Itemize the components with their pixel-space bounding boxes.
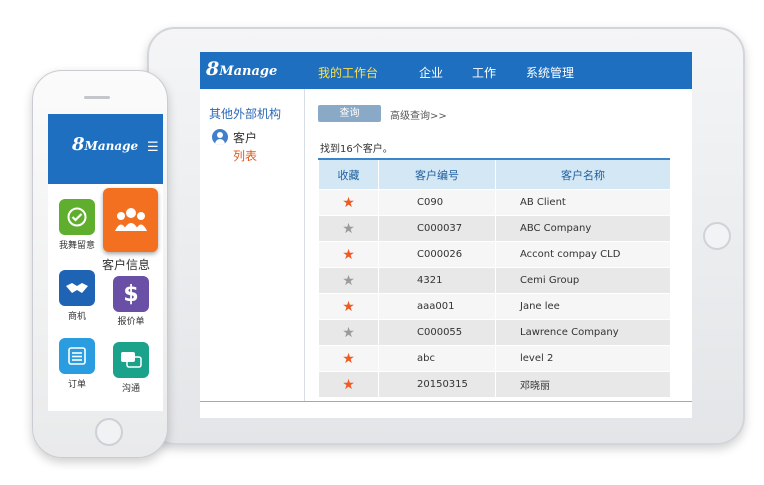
phone-app-logo: 8Manage bbox=[72, 134, 139, 155]
table-row[interactable]: ★ C000055 Lawrence Company bbox=[318, 319, 670, 346]
sidebar-title[interactable]: 其他外部机构 bbox=[209, 105, 281, 122]
customer-id: C000026 bbox=[378, 241, 496, 268]
sidebar: 其他外部机构 客户 列表 bbox=[200, 89, 305, 401]
table-row[interactable]: ★ 20150315 邓晓丽 bbox=[318, 371, 670, 397]
phone-home-button[interactable] bbox=[95, 418, 123, 446]
chat-icon[interactable] bbox=[113, 342, 149, 378]
app-logo: 8Manage bbox=[206, 58, 278, 80]
user-icon bbox=[212, 129, 228, 145]
phone-speaker bbox=[84, 96, 110, 99]
nav-work[interactable]: 工作 bbox=[472, 64, 496, 81]
customer-name: 邓晓丽 bbox=[495, 371, 670, 397]
table-row[interactable]: ★ aaa001 Jane lee bbox=[318, 293, 670, 320]
check-icon[interactable] bbox=[59, 199, 95, 235]
tile-label-quote: 报价单 bbox=[117, 317, 145, 327]
favorite-star-icon[interactable]: ★ bbox=[318, 189, 379, 216]
customer-id: C090 bbox=[378, 189, 496, 216]
customer-name: Jane lee bbox=[495, 293, 670, 320]
header-customer-name[interactable]: 客户名称 bbox=[495, 158, 670, 190]
customer-id: C000037 bbox=[378, 215, 496, 242]
table-row[interactable]: ★ C000026 Accont compay CLD bbox=[318, 241, 670, 268]
table-header-row: 收藏 客户编号 客户名称 bbox=[318, 158, 670, 190]
tablet-screen: 8Manage 我的工作台 企业 工作 系统管理 其他外部机构 客户 列表 查询… bbox=[200, 52, 692, 418]
customer-name: level 2 bbox=[495, 345, 670, 372]
favorite-star-icon[interactable]: ★ bbox=[318, 267, 379, 294]
tile-label-order: 订单 bbox=[67, 380, 86, 390]
sidebar-item-customer[interactable]: 客户 bbox=[233, 129, 257, 146]
customer-name: Accont compay CLD bbox=[495, 241, 670, 268]
nav-my-workbench[interactable]: 我的工作台 bbox=[318, 64, 378, 81]
tile-label-opportunity: 商机 bbox=[67, 312, 86, 322]
top-nav-bar: 8Manage 我的工作台 企业 工作 系统管理 bbox=[200, 52, 692, 89]
customers-icon[interactable] bbox=[103, 188, 158, 252]
customer-name: AB Client bbox=[495, 189, 670, 216]
customer-name: ABC Company bbox=[495, 215, 670, 242]
tile-label-customer-info: 客户信息 bbox=[102, 258, 151, 272]
favorite-star-icon[interactable]: ★ bbox=[318, 371, 379, 397]
dollar-icon[interactable]: $ bbox=[113, 276, 149, 312]
advanced-query-link[interactable]: 高级查询>> bbox=[390, 107, 447, 122]
header-favorite[interactable]: 收藏 bbox=[318, 158, 379, 190]
table-row[interactable]: ★ C000037 ABC Company bbox=[318, 215, 670, 242]
result-count-text: 找到16个客户。 bbox=[320, 144, 393, 155]
nav-system-admin[interactable]: 系统管理 bbox=[526, 64, 574, 81]
customer-name: Cemi Group bbox=[495, 267, 670, 294]
footer-divider bbox=[200, 401, 692, 402]
tile-label-communication: 沟通 bbox=[121, 384, 140, 394]
header-customer-id[interactable]: 客户编号 bbox=[378, 158, 496, 190]
customer-id: aaa001 bbox=[378, 293, 496, 320]
favorite-star-icon[interactable]: ★ bbox=[318, 293, 379, 320]
favorite-star-icon[interactable]: ★ bbox=[318, 319, 379, 346]
customer-table: 收藏 客户编号 客户名称 ★ C090 AB Client ★ C000037 ABC … bbox=[318, 158, 670, 397]
tile-label-follow: 我舞留意 bbox=[58, 241, 95, 251]
handshake-icon[interactable] bbox=[59, 270, 95, 306]
table-row[interactable]: ★ 4321 Cemi Group bbox=[318, 267, 670, 294]
list-icon[interactable] bbox=[59, 338, 95, 374]
main-content: 查询 高级查询>> 找到16个客户。 收藏 客户编号 客户名称 ★ C090 AB … bbox=[304, 89, 692, 401]
customer-id: abc bbox=[378, 345, 496, 372]
query-button[interactable]: 查询 bbox=[318, 105, 381, 122]
customer-id: 4321 bbox=[378, 267, 496, 294]
nav-enterprise[interactable]: 企业 bbox=[419, 64, 443, 81]
sidebar-item-list[interactable]: 列表 bbox=[233, 147, 257, 164]
favorite-star-icon[interactable]: ★ bbox=[318, 215, 379, 242]
customer-id: C000055 bbox=[378, 319, 496, 346]
tablet-home-button[interactable] bbox=[703, 222, 731, 250]
menu-icon[interactable]: ☰ bbox=[147, 140, 159, 155]
phone-header: 8Manage ☰ bbox=[48, 114, 163, 184]
table-row[interactable]: ★ abc level 2 bbox=[318, 345, 670, 372]
favorite-star-icon[interactable]: ★ bbox=[318, 345, 379, 372]
customer-name: Lawrence Company bbox=[495, 319, 670, 346]
customer-id: 20150315 bbox=[378, 371, 496, 397]
favorite-star-icon[interactable]: ★ bbox=[318, 241, 379, 268]
table-row[interactable]: ★ C090 AB Client bbox=[318, 189, 670, 216]
